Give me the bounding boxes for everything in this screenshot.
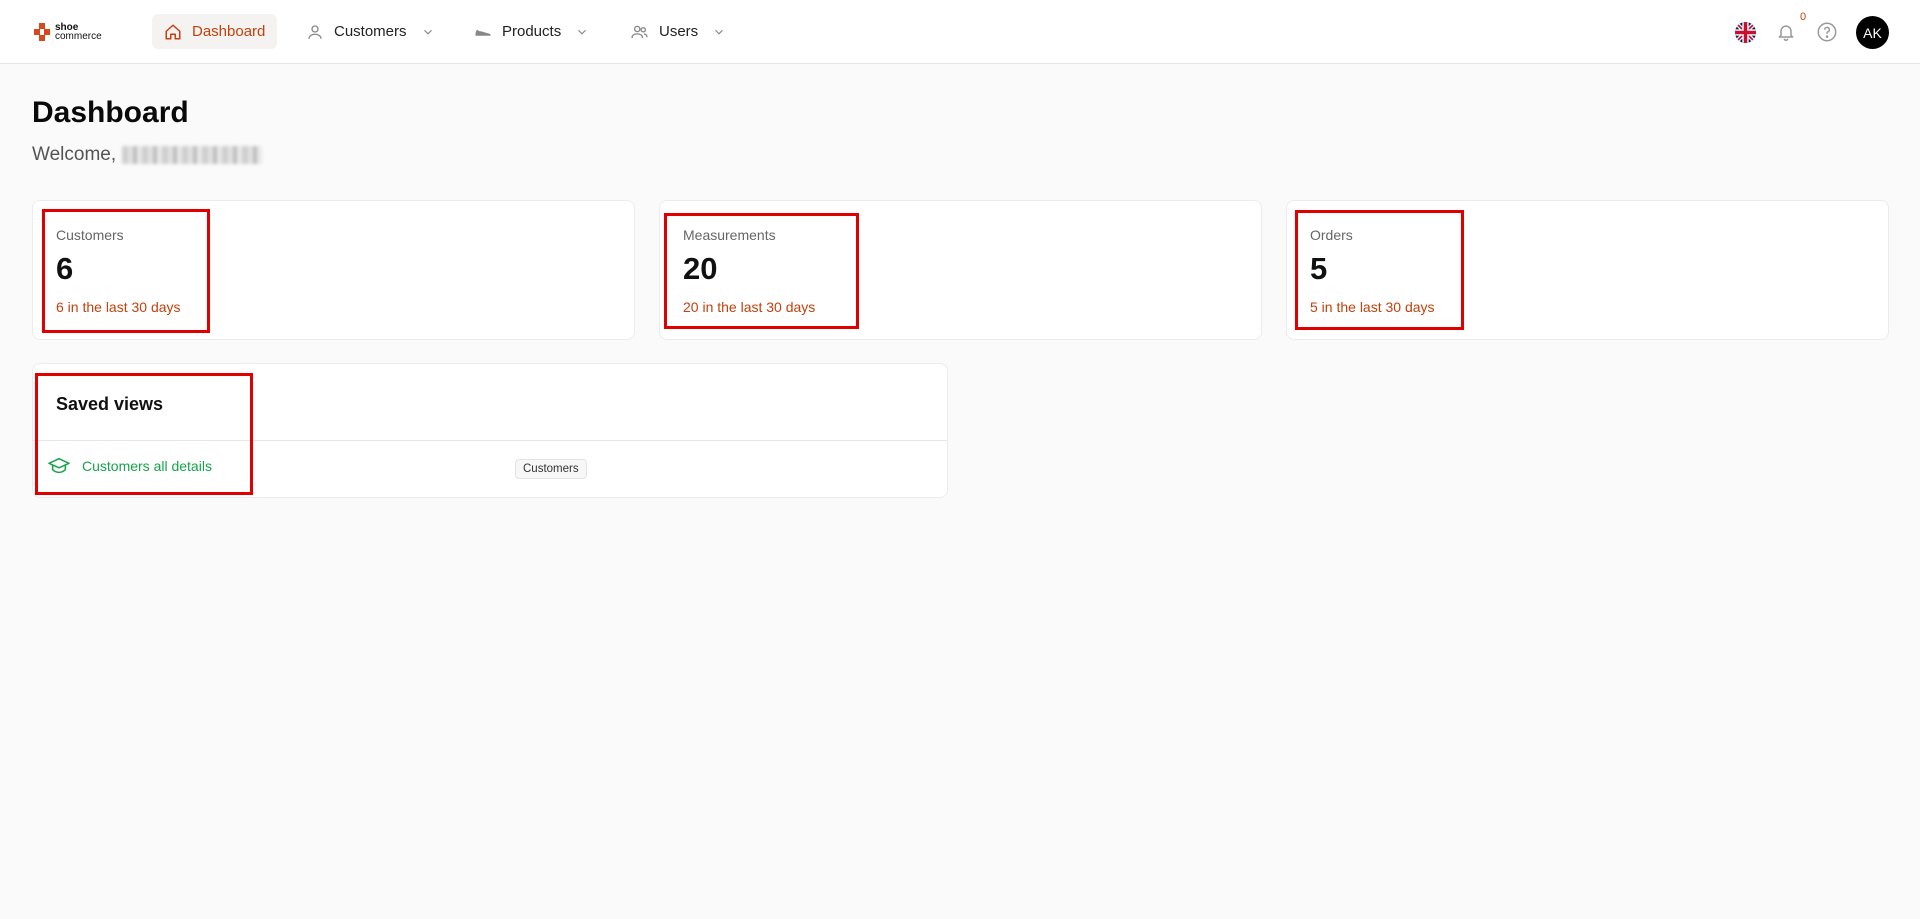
nav-dashboard-label: Dashboard (192, 23, 266, 40)
shoecommerce-logo[interactable]: shoe commerce (34, 20, 114, 44)
saved-view-item[interactable]: Customers all details (48, 456, 212, 476)
stat-label: Measurements (683, 227, 776, 243)
divider (33, 440, 947, 441)
nav-dashboard[interactable]: Dashboard (152, 14, 278, 49)
nav-customers-label: Customers (334, 23, 407, 40)
notification-count-badge: 0 (1800, 11, 1807, 23)
stat-trend: 20 in the last 30 days (683, 299, 816, 315)
uk-flag-icon[interactable] (1735, 22, 1756, 43)
chevron-down-icon (578, 29, 587, 35)
stat-value: 5 (1310, 251, 1328, 286)
shoe-icon (475, 29, 491, 36)
saved-views-card: Saved views Customers all details Custom… (32, 363, 948, 498)
stat-trend: 5 in the last 30 days (1310, 299, 1435, 315)
stat-label: Orders (1310, 227, 1353, 243)
user-avatar[interactable]: AK (1856, 16, 1889, 49)
nav-users-label: Users (659, 23, 699, 40)
chevron-down-icon (423, 29, 432, 35)
nav-products-label: Products (502, 23, 562, 40)
saved-view-tag: Customers (515, 459, 587, 479)
stat-label: Customers (56, 227, 124, 243)
stat-value: 6 (56, 251, 74, 286)
user-icon (308, 24, 322, 39)
nav-customers[interactable]: Customers (294, 14, 447, 49)
logo-text-line2: commerce (55, 31, 102, 42)
saved-views-title: Saved views (56, 394, 164, 414)
graduation-cap-icon (48, 457, 70, 474)
home-icon (165, 24, 181, 39)
users-icon (631, 25, 648, 38)
stat-card-customers[interactable]: Customers 6 6 in the last 30 days (32, 200, 635, 340)
redacted-user-name (122, 146, 263, 164)
logo-mark-icon (34, 23, 50, 41)
page-title: Dashboard (32, 96, 189, 129)
welcome-label: Welcome, (32, 144, 117, 165)
top-navigation-bar: shoe commerce Dashboard Customers Produc… (0, 0, 1920, 64)
welcome-message: Welcome, (32, 144, 263, 166)
stat-value: 20 (683, 251, 718, 286)
notifications-bell-icon[interactable] (1776, 22, 1796, 42)
nav-users[interactable]: Users (618, 14, 738, 49)
help-icon[interactable] (1816, 21, 1838, 43)
saved-view-name: Customers all details (82, 458, 212, 474)
stat-card-measurements[interactable]: Measurements 20 20 in the last 30 days (659, 200, 1262, 340)
stat-card-orders[interactable]: Orders 5 5 in the last 30 days (1286, 200, 1889, 340)
stat-trend: 6 in the last 30 days (56, 299, 181, 315)
chevron-down-icon (715, 29, 724, 35)
nav-products[interactable]: Products (462, 14, 601, 49)
